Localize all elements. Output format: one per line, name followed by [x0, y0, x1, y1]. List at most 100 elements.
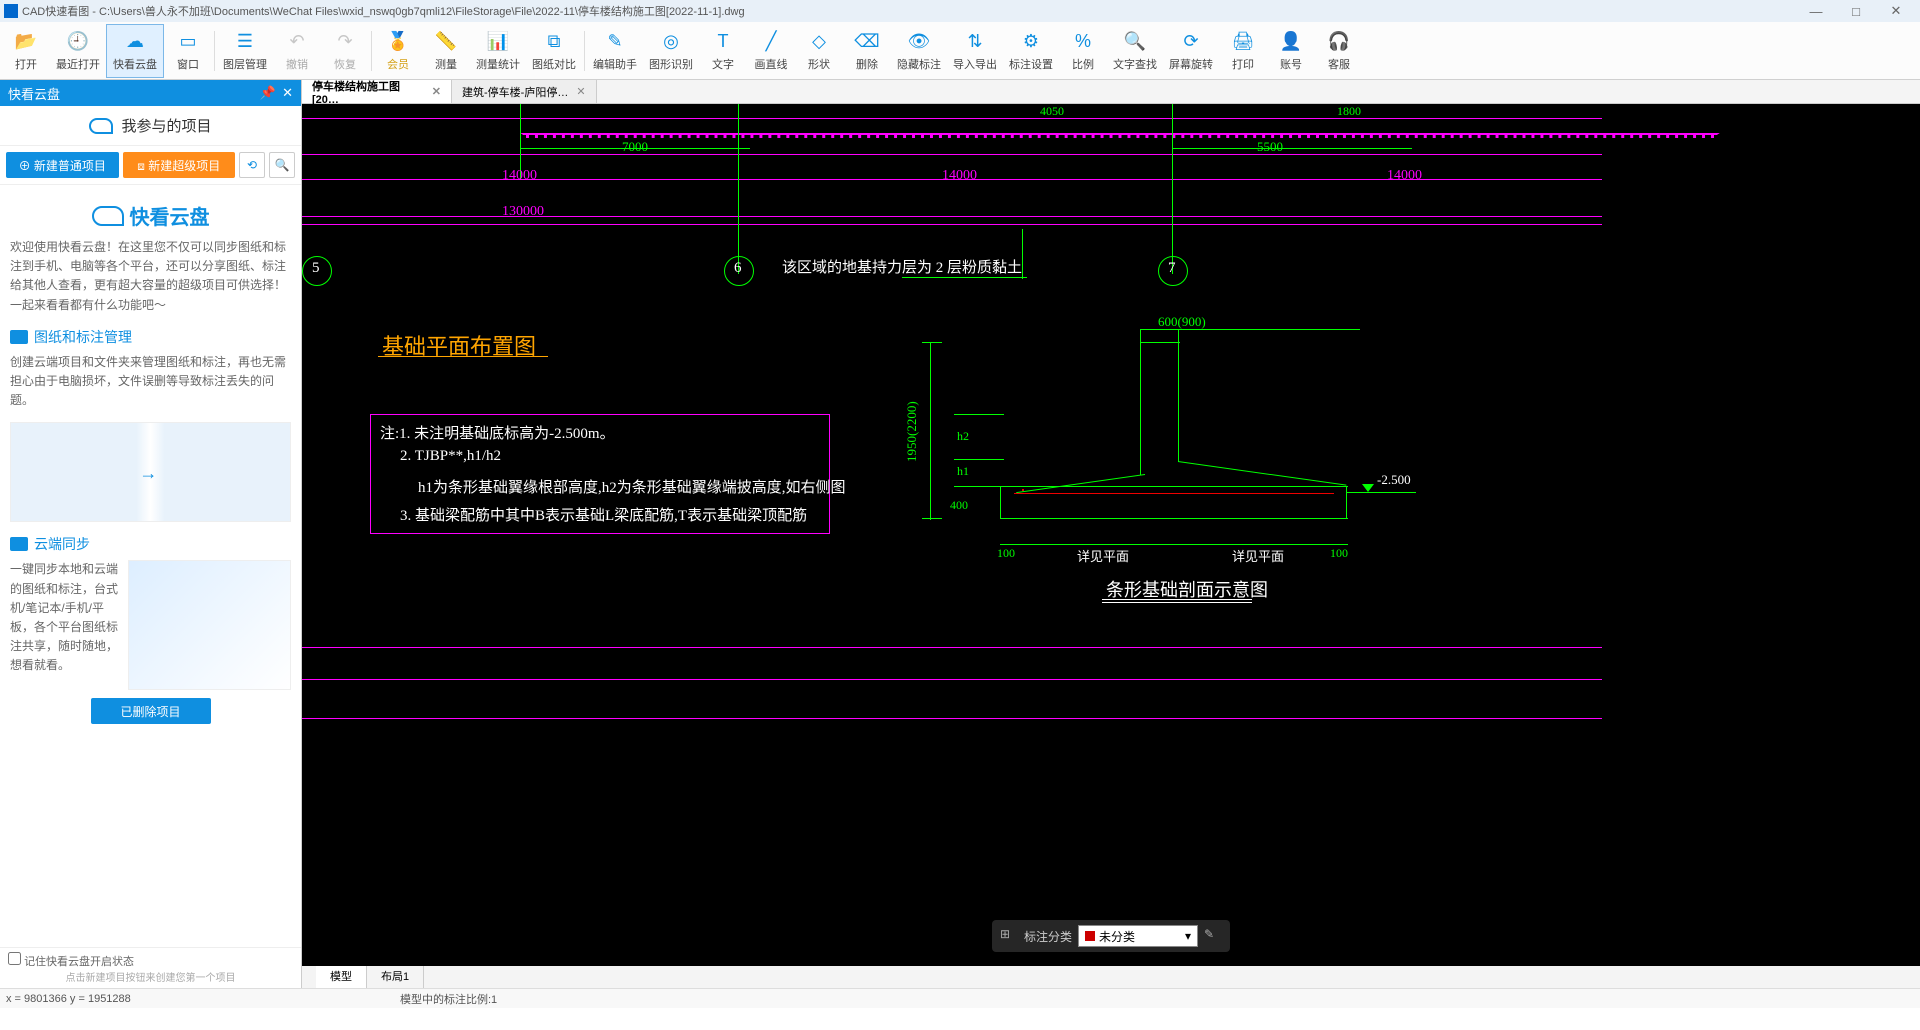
close-icon[interactable]: ✕	[576, 85, 585, 98]
refresh-button[interactable]: ⟲	[239, 152, 265, 178]
toolbar-标注设置[interactable]: ⚙ 标注设置	[1003, 24, 1059, 78]
grid-icon[interactable]: ⊞	[1000, 927, 1018, 945]
dim-600: 600(900)	[1158, 314, 1206, 330]
toolbar-icon: 🏅	[386, 30, 410, 54]
axis-7: 7	[1168, 260, 1176, 277]
toolbar-测量统计[interactable]: 📊测量统计	[470, 24, 526, 78]
toolbar-删除[interactable]: ⌫删除	[843, 24, 891, 78]
toolbar-画直线[interactable]: ╱画直线	[747, 24, 795, 78]
toolbar-label: 隐藏标注	[897, 56, 941, 72]
toolbar-label: 比例	[1072, 56, 1094, 72]
toolbar-label: 屏幕旋转	[1169, 56, 1213, 72]
toolbar-打印[interactable]: 🖨 打印	[1219, 24, 1267, 78]
new-super-project-button[interactable]: ⧈ 新建超级项目	[123, 152, 236, 178]
toolbar-icon: ⚙	[1019, 30, 1043, 54]
see-plan-l: 详见平面	[1077, 546, 1129, 565]
toolbar-label: 客服	[1328, 56, 1350, 72]
toolbar-屏幕旋转[interactable]: ⟳屏幕旋转	[1163, 24, 1219, 78]
manage-illustration: →	[10, 422, 291, 522]
annot-category-select[interactable]: 未分类 ▾	[1078, 925, 1198, 947]
toolbar-icon: 🖨	[1231, 30, 1255, 54]
tab-doc-1[interactable]: 停车楼结构施工图[20…✕	[302, 80, 452, 103]
edit-icon[interactable]: ✎	[1204, 927, 1222, 945]
close-button[interactable]: ✕	[1876, 3, 1916, 19]
toolbar-label: 文字	[712, 56, 734, 72]
toolbar-图形识别[interactable]: ◎图形识别	[643, 24, 699, 78]
note-3: 3. 基础梁配筋中其中B表示基础L梁底配筋,T表示基础梁顶配筋	[400, 504, 807, 525]
toolbar-会员[interactable]: 🏅 会员	[374, 24, 422, 78]
toolbar-比例[interactable]: %比例	[1059, 24, 1107, 78]
soil-text: 该区域的地基持力层为 2 层粉质黏土	[782, 256, 1022, 277]
project-header: 我参与的项目	[0, 106, 301, 146]
window-title: CAD快速看图 - C:\Users\兽人永不加班\Documents\WeCh…	[22, 3, 745, 19]
tab-doc-2[interactable]: 建筑-停车楼-庐阳停…✕	[452, 80, 597, 103]
toolbar-形状[interactable]: ◇形状	[795, 24, 843, 78]
toolbar-图纸对比[interactable]: ⧉图纸对比	[526, 24, 582, 78]
cloud-description: 欢迎使用快看云盘！在这里您不仅可以同步图纸和标注到手机、电脑等各个平台，还可以分…	[10, 238, 291, 315]
toolbar-隐藏标注[interactable]: 👁 隐藏标注	[891, 24, 947, 78]
new-normal-project-button[interactable]: ⊕ 新建普通项目	[6, 152, 119, 178]
sidebar-pin-icon[interactable]: 📌	[260, 85, 276, 101]
toolbar-恢复[interactable]: ↷恢复	[321, 24, 369, 78]
toolbar-账号[interactable]: 👤账号	[1267, 24, 1315, 78]
toolbar-label: 会员	[387, 56, 409, 72]
toolbar-测量[interactable]: 📏测量	[422, 24, 470, 78]
dim-h1: h1	[957, 464, 969, 479]
main-area: 停车楼结构施工图[20…✕ 建筑-停车楼-庐阳停…✕ 7000 5500 405…	[302, 80, 1920, 988]
toolbar-快看云盘[interactable]: ☁ 快看云盘	[106, 24, 164, 78]
toolbar-label: 打印	[1232, 56, 1254, 72]
status-bar: x = 9801366 y = 1951288 模型中的标注比例:1	[0, 988, 1920, 1008]
annotation-floatbar: ⊞ 标注分类 未分类 ▾ ✎	[992, 920, 1230, 952]
deleted-projects-button[interactable]: 已删除项目	[91, 698, 211, 724]
toolbar-icon: 👁	[907, 30, 931, 54]
toolbar-图层管理[interactable]: ☰图层管理	[217, 24, 273, 78]
toolbar-label: 恢复	[334, 56, 356, 72]
toolbar-打开[interactable]: 📂打开	[2, 24, 50, 78]
toolbar-icon: 🎧	[1327, 30, 1351, 54]
toolbar-icon: ▭	[176, 30, 200, 54]
toolbar-label: 标注设置	[1009, 56, 1053, 72]
toolbar-icon: 📂	[14, 30, 38, 54]
toolbar-label: 画直线	[755, 56, 788, 72]
dwg-icon	[10, 330, 28, 344]
toolbar-icon: ☁	[123, 30, 147, 54]
toolbar-文字[interactable]: T文字	[699, 24, 747, 78]
cad-canvas[interactable]: 7000 5500 4050 1800 14000 14000 14000 13…	[302, 104, 1920, 966]
dim-5500: 5500	[1257, 139, 1283, 155]
cloud-sidebar: 快看云盘 📌 ✕ 我参与的项目 ⊕ 新建普通项目 ⧈ 新建超级项目 ⟲ 🔍 快看…	[0, 80, 302, 988]
toolbar-icon: ✎	[603, 30, 627, 54]
close-icon[interactable]: ✕	[432, 85, 441, 98]
cloud-icon	[89, 118, 113, 134]
toolbar-编辑助手[interactable]: ✎编辑助手	[587, 24, 643, 78]
annot-label: 标注分类	[1024, 928, 1072, 945]
toolbar-客服[interactable]: 🎧 客服	[1315, 24, 1363, 78]
toolbar-最近打开[interactable]: 🕘最近打开	[50, 24, 106, 78]
toolbar-文字查找[interactable]: 🔍文字查找	[1107, 24, 1163, 78]
toolbar-窗口[interactable]: ▭ 窗口	[164, 24, 212, 78]
toolbar-icon: ☰	[233, 30, 257, 54]
tab-model[interactable]: 模型	[316, 966, 367, 988]
minimize-button[interactable]: —	[1796, 4, 1836, 19]
remember-state-checkbox[interactable]: 记住快看云盘开启状态	[8, 956, 134, 968]
search-button[interactable]: 🔍	[269, 152, 295, 178]
toolbar-导入导出[interactable]: ⇅导入导出	[947, 24, 1003, 78]
toolbar-icon: 👤	[1279, 30, 1303, 54]
section-manage-title: 图纸和标注管理	[34, 327, 132, 347]
toolbar-label: 快看云盘	[113, 56, 157, 72]
tab-layout1[interactable]: 布局1	[367, 966, 424, 988]
dim-1800: 1800	[1337, 104, 1361, 119]
sync-icon	[10, 537, 28, 551]
see-plan-r: 详见平面	[1232, 546, 1284, 565]
project-title: 我参与的项目	[121, 115, 211, 136]
toolbar-label: 窗口	[177, 56, 199, 72]
toolbar-icon: ⇅	[963, 30, 987, 54]
maximize-button[interactable]: □	[1836, 4, 1876, 19]
toolbar-icon: ◇	[807, 30, 831, 54]
sidebar-close-icon[interactable]: ✕	[282, 85, 293, 101]
status-coords: x = 9801366 y = 1951288	[6, 993, 131, 1005]
section-manage-desc: 创建云端项目和文件夹来管理图纸和标注，再也无需担心由于电脑损坏，文件误删等导致标…	[10, 353, 291, 411]
toolbar-label: 测量	[435, 56, 457, 72]
sync-illustration	[128, 560, 291, 690]
title-bar: CAD快速看图 - C:\Users\兽人永不加班\Documents\WeCh…	[0, 0, 1920, 22]
toolbar-撤销[interactable]: ↶撤销	[273, 24, 321, 78]
